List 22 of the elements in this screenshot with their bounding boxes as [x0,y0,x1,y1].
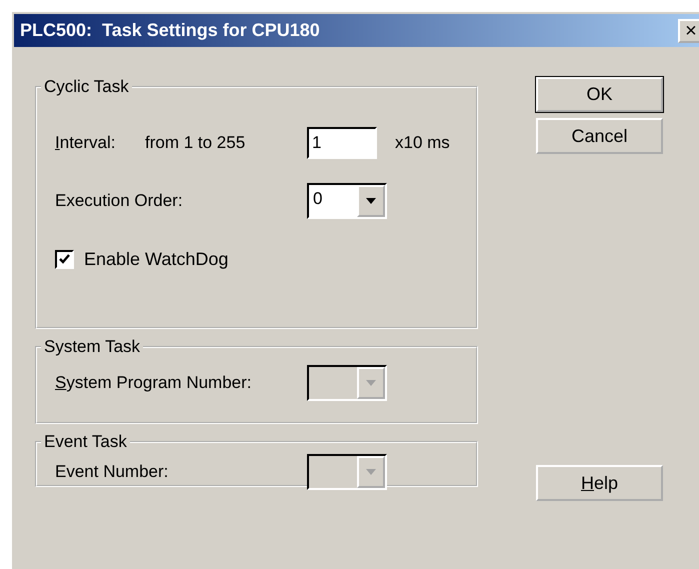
range-hint: from 1 to 255 [145,133,246,153]
dialog-button[interactable]: Cancel [536,118,663,154]
group-title: Cyclic Task [43,77,130,97]
dropdown-arrow-icon [366,469,376,475]
unit-label: x10 ms [395,133,450,153]
dropdown-arrow-icon [366,380,376,386]
dialog-button[interactable]: Help [536,465,663,501]
field-label: System Program Number: [55,373,253,393]
check-mark-icon [58,252,71,266]
field-label: Interval: [55,133,116,153]
dropdown-arrow-icon [366,198,376,204]
field-label: Execution Order: [55,191,184,211]
input-field[interactable]: 1 [307,127,377,159]
group-title: System Task [43,337,142,357]
checkbox-label: Enable WatchDog [84,248,228,270]
field-label: Event Number: [55,462,170,482]
dialog-button[interactable]: OK [536,77,663,112]
close-button[interactable]: × [678,18,699,42]
group-title: Event Task [43,432,128,452]
checkbox[interactable] [55,250,74,268]
window-title: PLC500: Task Settings for CPU180 [20,20,320,41]
dropdown[interactable]: 0 [307,183,387,219]
